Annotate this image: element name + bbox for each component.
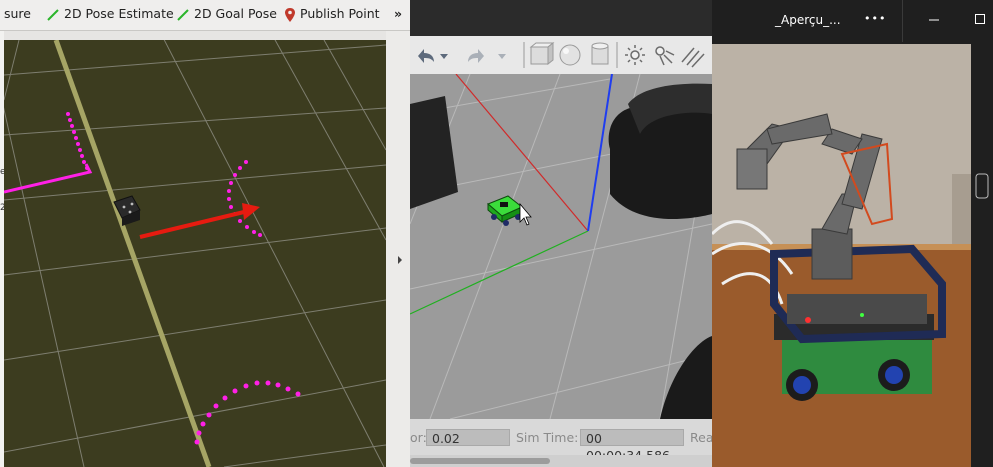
gazebo-world xyxy=(410,73,712,420)
spot-light-icon[interactable] xyxy=(655,46,675,66)
grid-axis-band xyxy=(53,39,212,467)
gazebo-robot xyxy=(487,195,523,226)
sim-time-field: 00 00:00:34.586 xyxy=(580,429,684,463)
gazebo-status-bar: or: 0.02 Sim Time: 00 00:00:34.586 Rea xyxy=(410,419,712,467)
gazebo-window: or: 0.02 Sim Time: 00 00:00:34.586 Rea xyxy=(410,0,712,467)
rviz-scene xyxy=(0,19,387,467)
pose-estimate-label: 2D Pose Estimate xyxy=(64,6,174,21)
title-divider xyxy=(902,0,903,42)
photo-content xyxy=(712,44,971,467)
photo-viewer-window: _Aperçu_... ••• xyxy=(712,0,993,467)
rviz-window: sure 2D Pose Estimate 2D Goal Pose Publi… xyxy=(0,0,410,467)
maximize-icon[interactable] xyxy=(974,13,986,25)
sim-time-label: Sim Time: xyxy=(516,430,579,445)
cylinder-obstacle-bottom xyxy=(660,336,712,419)
expand-arrow-icon[interactable] xyxy=(386,31,410,467)
pose-estimate-tool[interactable]: 2D Pose Estimate xyxy=(46,0,174,30)
scrollbar-thumb[interactable] xyxy=(410,458,550,464)
gazebo-title-bar xyxy=(410,0,712,36)
more-options-button[interactable]: ••• xyxy=(864,12,886,25)
rviz-3d-viewport[interactable] xyxy=(0,19,387,467)
gazebo-3d-scene[interactable] xyxy=(410,73,712,420)
publish-point-tool[interactable]: Publish Point xyxy=(284,0,380,30)
toolbar-overflow-button[interactable]: » xyxy=(394,0,402,30)
measure-tool-label: sure xyxy=(4,6,31,21)
viewer-side-strip xyxy=(971,44,993,467)
rviz-side-panel xyxy=(386,31,410,467)
redo-icon[interactable] xyxy=(468,49,484,63)
publish-point-label: Publish Point xyxy=(300,6,380,21)
gazebo-toolbar xyxy=(410,36,712,75)
goal-pose-icon xyxy=(177,8,189,21)
cylinder-shape-icon[interactable] xyxy=(591,42,609,65)
pose-estimate-icon xyxy=(47,8,59,21)
undo-icon[interactable] xyxy=(418,49,434,63)
mouse-cursor-icon xyxy=(519,202,532,226)
cylinder-obstacle-top xyxy=(608,83,712,219)
horizontal-scrollbar[interactable] xyxy=(410,455,712,467)
rviz-toolbar: sure 2D Pose Estimate 2D Goal Pose Publi… xyxy=(0,0,410,31)
scroll-handle-icon[interactable] xyxy=(973,156,991,216)
real-time-factor-field: 0.02 xyxy=(426,429,510,446)
z-axis xyxy=(587,73,613,232)
minimize-icon[interactable] xyxy=(928,14,940,26)
y-axis xyxy=(410,230,589,315)
directional-light-icon[interactable] xyxy=(681,47,705,68)
box-shape-icon[interactable] xyxy=(529,41,555,66)
grid xyxy=(0,19,387,467)
real-time-factor-label: or: xyxy=(410,430,427,445)
toolbar-overflow-label: » xyxy=(394,6,403,21)
redo-dropdown-icon[interactable] xyxy=(498,54,506,59)
robot-arm-photo xyxy=(712,44,971,467)
undo-dropdown-icon[interactable] xyxy=(440,54,448,59)
pose-arrow xyxy=(139,203,260,239)
goal-pose-tool[interactable]: 2D Goal Pose xyxy=(176,0,277,30)
map-pin-icon xyxy=(285,7,295,22)
measure-tool[interactable]: sure xyxy=(4,0,31,30)
goal-pose-label: 2D Goal Pose xyxy=(194,6,277,21)
real-time-label: Rea xyxy=(690,430,712,445)
point-light-icon[interactable] xyxy=(625,45,645,65)
wall-block xyxy=(410,96,458,209)
sphere-shape-icon[interactable] xyxy=(559,44,581,66)
viewer-title: _Aperçu_... xyxy=(775,13,841,27)
viewer-title-bar: _Aperçu_... ••• xyxy=(712,0,993,42)
